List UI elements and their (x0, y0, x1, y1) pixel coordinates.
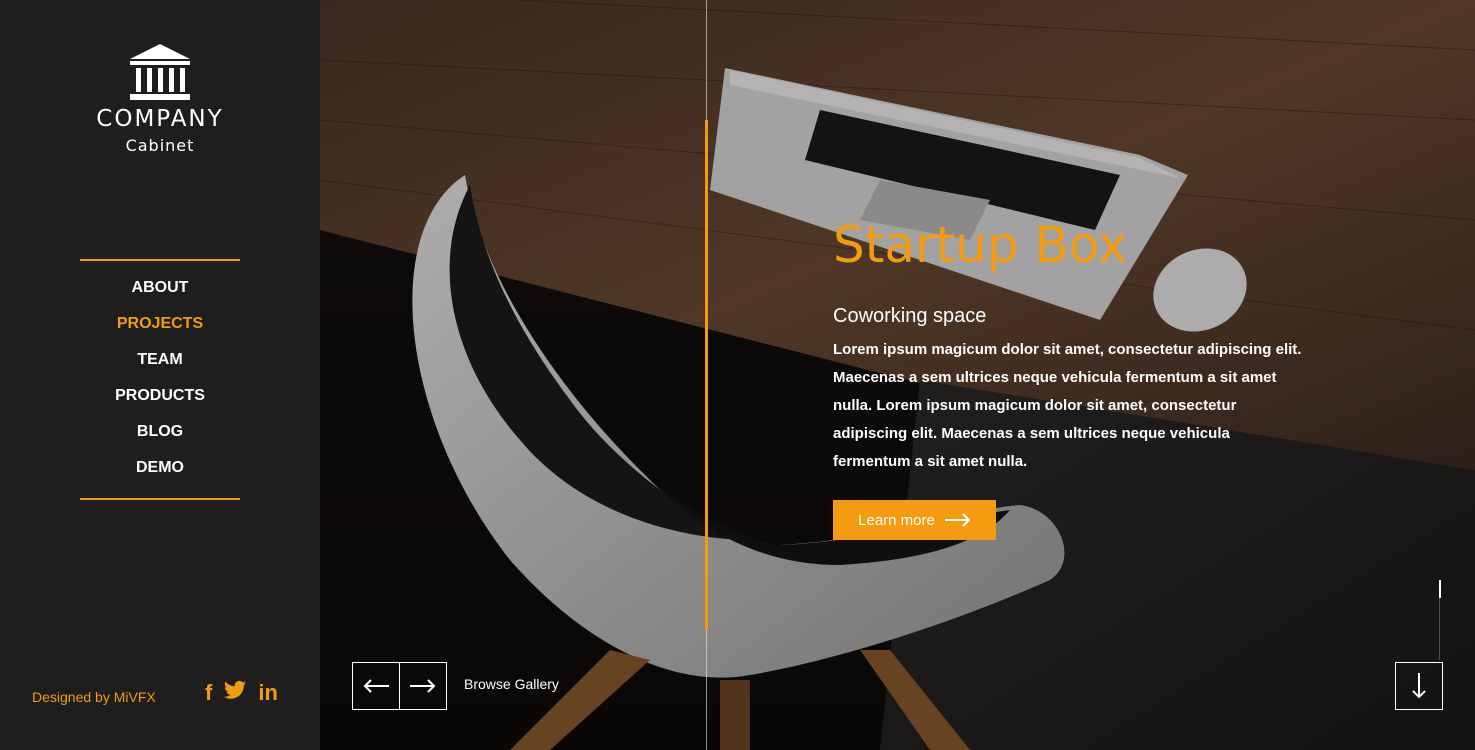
nav-item-demo[interactable]: DEMO (80, 450, 240, 486)
facebook-icon[interactable]: f (205, 680, 212, 706)
bank-building-icon (130, 44, 190, 100)
logo[interactable]: COMPANY Cabinet (0, 42, 320, 155)
brand-name: COMPANY (96, 106, 224, 132)
gallery-arrows (352, 662, 447, 710)
accent-line (705, 120, 708, 630)
sidebar: COMPANY Cabinet ABOUT PROJECTS TEAM PROD… (0, 0, 320, 750)
arrow-right-icon (410, 679, 436, 693)
arrow-down-icon (1412, 673, 1426, 699)
nav-item-team[interactable]: TEAM (80, 342, 240, 378)
prev-slide-button[interactable] (352, 662, 400, 710)
main-nav: ABOUT PROJECTS TEAM PRODUCTS BLOG DEMO (80, 259, 240, 500)
nav-item-blog[interactable]: BLOG (80, 414, 240, 450)
slide-content: Startup Box Coworking space Lorem ipsum … (833, 215, 1313, 540)
nav-item-projects[interactable]: PROJECTS (80, 306, 240, 342)
arrow-left-icon (363, 679, 389, 693)
browse-gallery-link[interactable]: Browse Gallery (464, 676, 559, 692)
scroll-indicator-thumb (1439, 580, 1441, 598)
nav-item-products[interactable]: PRODUCTS (80, 378, 240, 414)
linkedin-icon[interactable]: in (258, 680, 278, 706)
slide-title: Startup Box (833, 216, 1128, 274)
hero-slide: Startup Box Coworking space Lorem ipsum … (320, 0, 1475, 750)
slide-description: Lorem ipsum magicum dolor sit amet, cons… (833, 341, 1302, 470)
learn-more-button[interactable]: Learn more (833, 500, 996, 540)
nav-item-about[interactable]: ABOUT (80, 270, 240, 306)
slide-subtitle: Coworking space (833, 305, 987, 327)
arrow-right-icon (944, 513, 971, 527)
learn-more-label: Learn more (858, 511, 935, 529)
twitter-icon[interactable] (224, 680, 247, 706)
social-links: f in (205, 680, 278, 706)
designer-credit[interactable]: Designed by MiVFX (32, 689, 156, 705)
next-slide-button[interactable] (400, 662, 447, 710)
scroll-down-button[interactable] (1395, 662, 1443, 710)
brand-tagline: Cabinet (125, 136, 195, 155)
